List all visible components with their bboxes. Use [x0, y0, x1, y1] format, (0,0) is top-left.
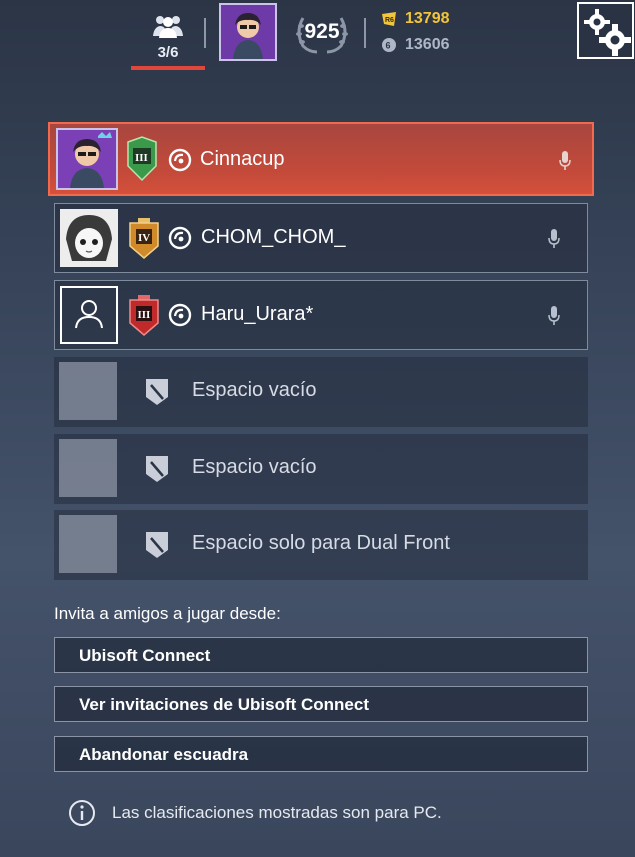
svg-text:6: 6 [386, 41, 391, 51]
empty-rank-shield-icon [146, 379, 168, 405]
squad-count-label: 3/6 [157, 44, 179, 61]
squad-slot[interactable]: IV CHOM_CHOM_ [54, 203, 588, 273]
renown-row: 6 13606 [381, 36, 450, 54]
empty-avatar-placeholder [59, 362, 117, 420]
empty-slot-label: Espacio vacío [192, 379, 317, 401]
svg-text:III: III [135, 152, 148, 164]
divider [364, 18, 366, 48]
user-icon [75, 300, 103, 329]
level-value: 925 [304, 20, 340, 43]
top-bar: 3/6 925 R6 13798 6 13606 [0, 0, 635, 72]
empty-rank-shield-icon [146, 456, 168, 482]
invite-heading: Invita a amigos a jugar desde: [54, 604, 281, 623]
view-invitations-button[interactable]: Ver invitaciones de Ubisoft Connect [54, 686, 588, 722]
player-avatar[interactable] [60, 286, 118, 344]
avatar[interactable] [219, 3, 277, 61]
squad-slot[interactable]: III Haru_Urara* [54, 280, 588, 350]
renown-value: 13606 [405, 36, 450, 53]
rank-emerald-icon: III [127, 136, 157, 182]
r6-credits-row: R6 13798 [381, 10, 450, 28]
empty-avatar-placeholder [59, 439, 117, 497]
empty-slot-label: Espacio vacío [192, 456, 317, 478]
empty-squad-slot[interactable]: Espacio vacío [54, 357, 588, 427]
ranking-note-text: Las clasificaciones mostradas son para P… [112, 803, 442, 822]
svg-text:R6: R6 [385, 17, 394, 24]
empty-squad-slot-dual-front[interactable]: Espacio solo para Dual Front [54, 510, 588, 580]
people-icon [153, 16, 183, 38]
player-name: Haru_Urara* [201, 303, 314, 325]
empty-slot-label: Espacio solo para Dual Front [192, 532, 450, 554]
info-icon [69, 800, 95, 826]
microphone-icon[interactable] [547, 228, 561, 250]
avatar-image [58, 130, 116, 188]
active-tab-indicator [131, 66, 205, 70]
svg-text:IV: IV [138, 232, 150, 244]
ranking-note: Las clasificaciones mostradas son para P… [68, 798, 442, 828]
empty-rank-shield-icon [146, 532, 168, 558]
player-avatar[interactable] [60, 209, 118, 267]
settings-button[interactable] [577, 2, 634, 59]
player-avatar[interactable] [56, 128, 118, 190]
divider [204, 18, 206, 48]
r6-credits-icon: R6 [382, 12, 396, 26]
level-badge[interactable]: 925 [293, 10, 351, 56]
button-label: Abandonar escuadra [79, 745, 249, 764]
button-label: Ubisoft Connect [79, 646, 211, 665]
rank-red-icon: III [129, 295, 159, 336]
empty-avatar-placeholder [59, 515, 117, 573]
leave-squad-button[interactable]: Abandonar escuadra [54, 736, 588, 772]
microphone-icon[interactable] [558, 150, 572, 172]
microphone-icon[interactable] [547, 305, 561, 327]
currency-panel[interactable]: R6 13798 6 13606 [381, 10, 501, 56]
ubisoft-connect-button[interactable]: Ubisoft Connect [54, 637, 588, 673]
gears-icon [584, 9, 631, 56]
button-label: Ver invitaciones de Ubisoft Connect [79, 695, 370, 714]
rank-gold-icon: IV [129, 218, 159, 259]
player-name: CHOM_CHOM_ [201, 226, 346, 248]
ubisoft-icon [168, 148, 192, 172]
empty-squad-slot[interactable]: Espacio vacío [54, 434, 588, 504]
ubisoft-icon [168, 226, 192, 250]
avatar-image [60, 209, 118, 267]
squad-count-tab[interactable]: 3/6 [131, 8, 205, 70]
r6-credits-value: 13798 [405, 10, 450, 27]
avatar-image [221, 5, 275, 59]
ubisoft-icon [168, 303, 192, 327]
player-name: Cinnacup [200, 148, 285, 170]
squad-slot-leader[interactable]: III Cinnacup [48, 122, 594, 196]
svg-text:III: III [138, 309, 151, 321]
renown-icon: 6 [382, 38, 396, 52]
